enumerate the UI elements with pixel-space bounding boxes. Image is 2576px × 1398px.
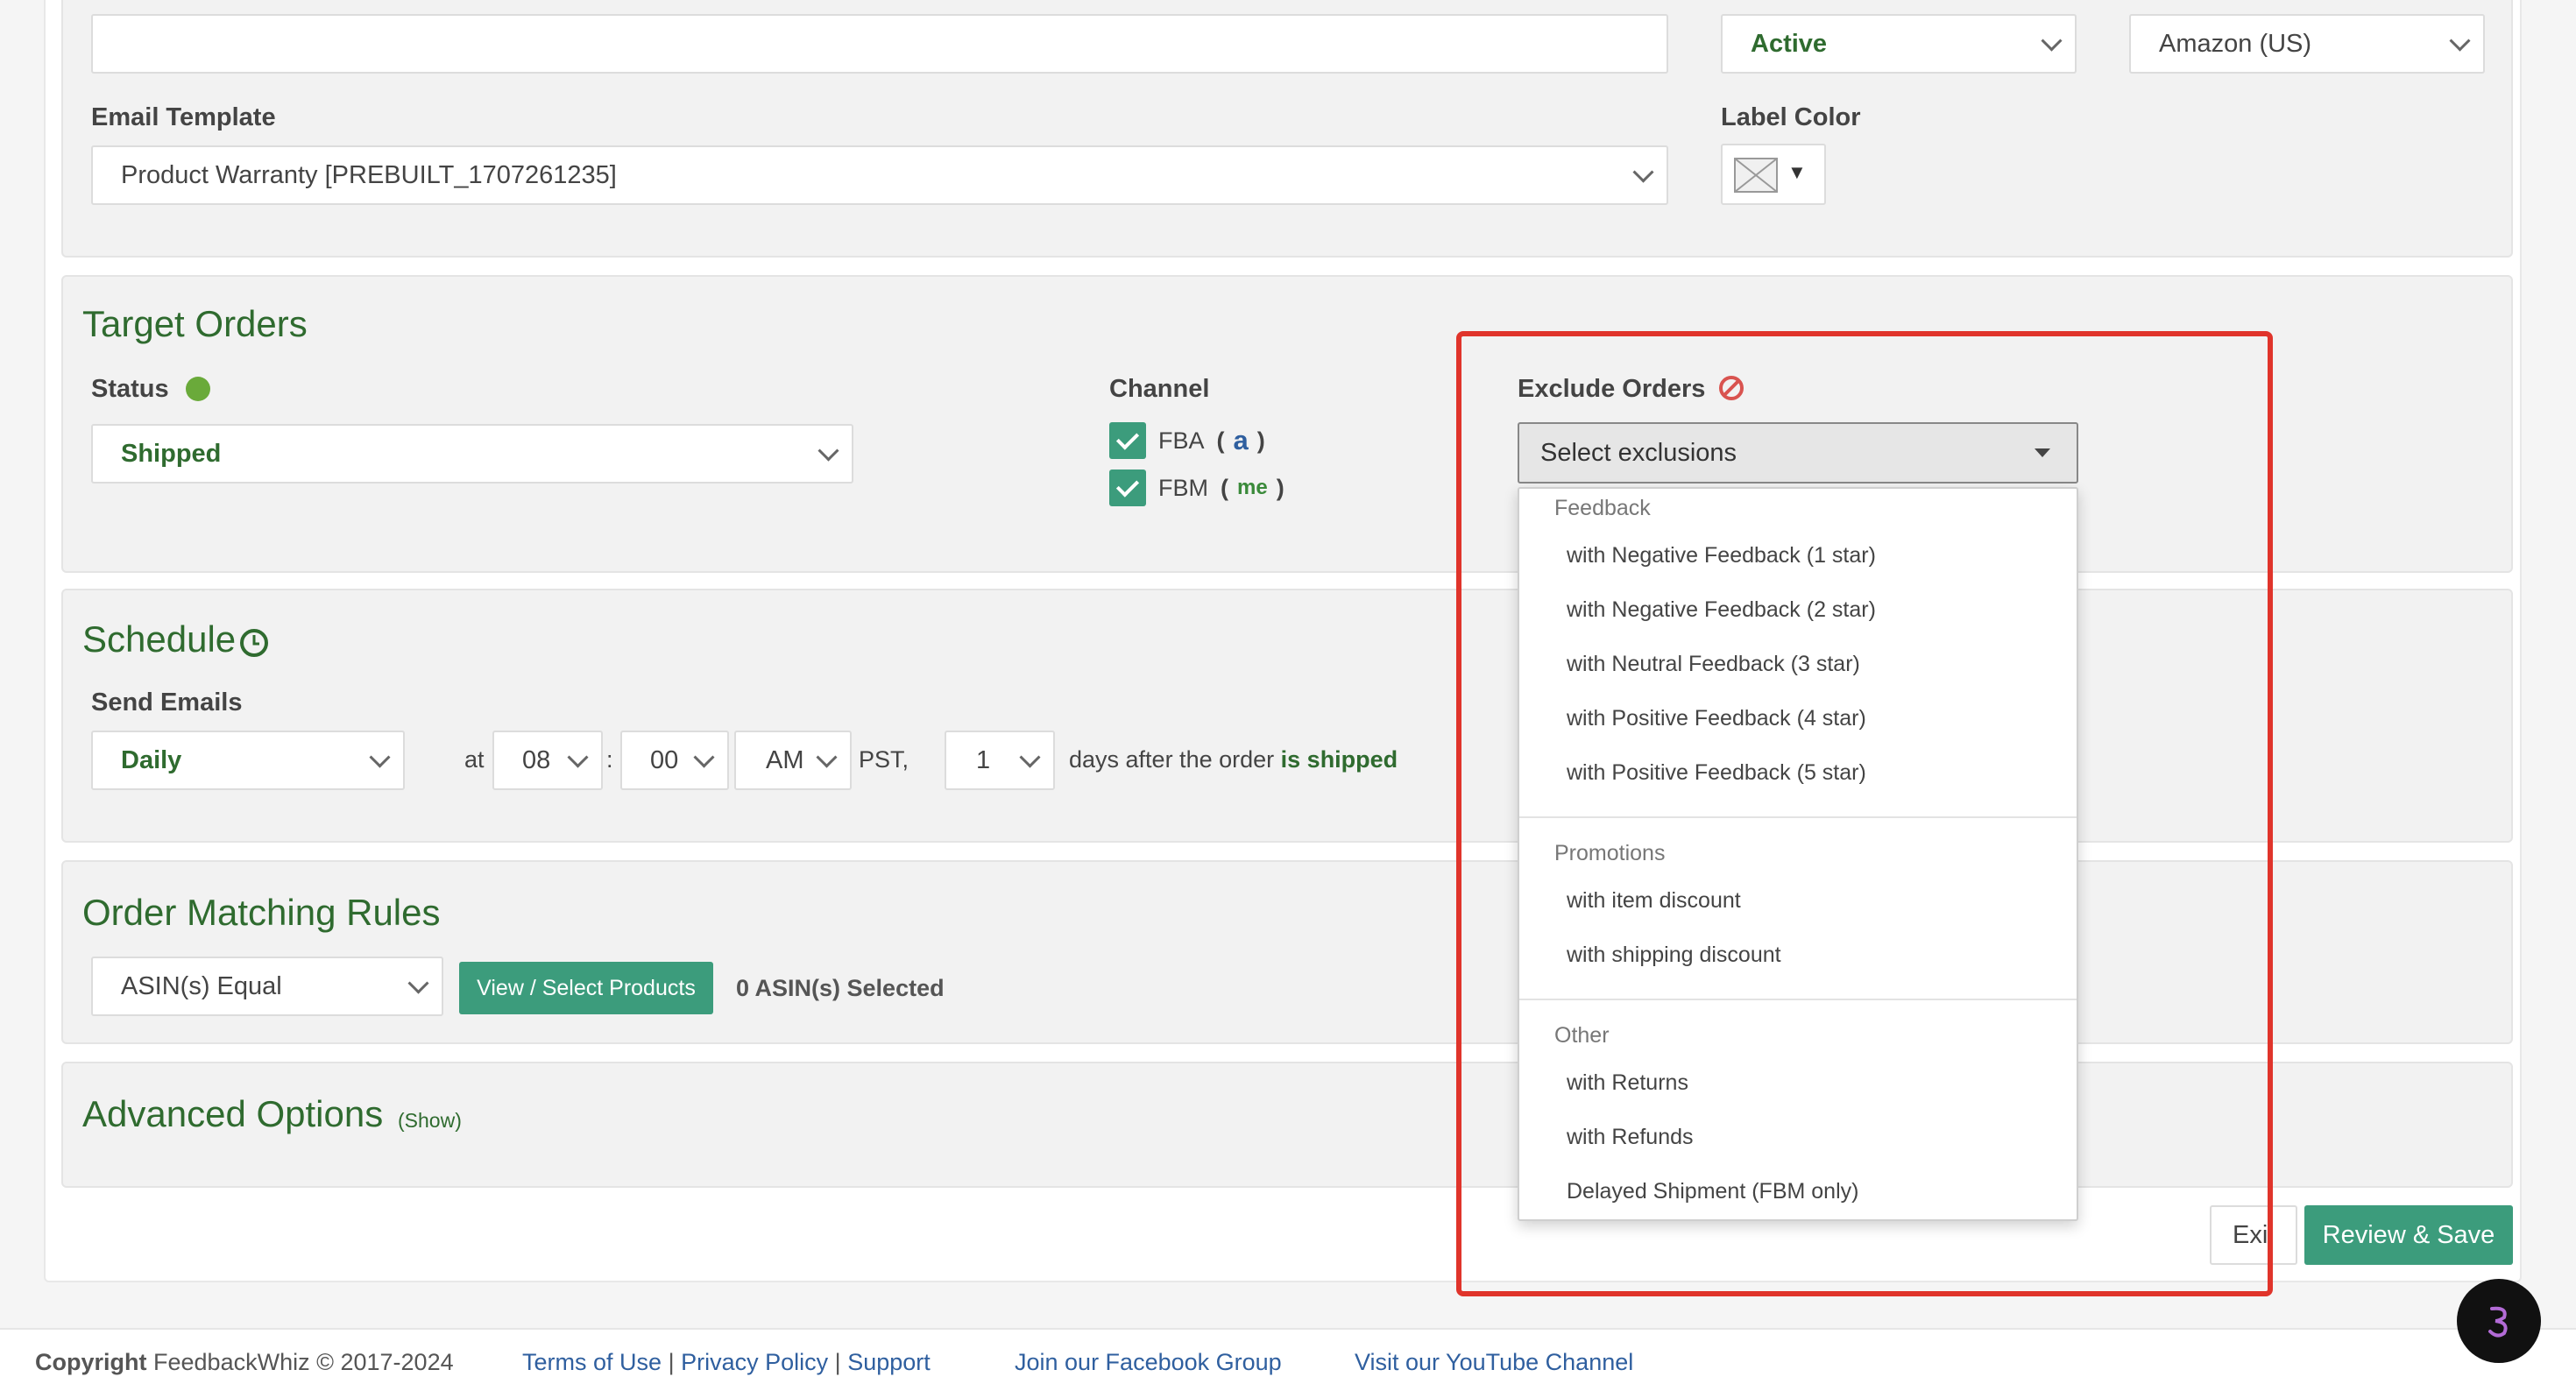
chevron-down-icon (2041, 30, 2063, 52)
days-select[interactable]: 1 (945, 731, 1055, 790)
clock-icon (240, 629, 268, 657)
footer-legal-links: Terms of Use | Privacy Policy | Support (522, 1349, 931, 1375)
label-color-label: Label Color (1721, 103, 1861, 131)
amazon-logo-icon: a (1233, 425, 1249, 455)
review-save-button[interactable]: Review & Save (2304, 1205, 2513, 1265)
caret-down-icon: ▼ (1787, 161, 1807, 183)
send-emails-label: Send Emails (91, 688, 243, 717)
timezone-label: PST, (859, 746, 909, 773)
view-select-products-button[interactable]: View / Select Products (459, 962, 713, 1014)
channel-option-fba[interactable]: FBA ( a ) (1109, 422, 1265, 459)
minute-select[interactable]: 00 (620, 731, 729, 790)
chevron-down-icon (369, 746, 391, 768)
chevron-down-icon (817, 440, 839, 462)
chat-widget-button[interactable] (2457, 1279, 2541, 1363)
chevron-down-icon (407, 972, 429, 994)
schedule-title: Schedule (82, 618, 237, 660)
status-label: Status (91, 375, 169, 403)
channel-option-fbm[interactable]: FBM ( me ) (1109, 470, 1284, 506)
channel-label: Channel (1109, 375, 1210, 403)
chevron-down-icon (816, 746, 838, 768)
merchant-logo-icon: me (1237, 476, 1268, 499)
chat-logo-icon (2488, 1306, 2508, 1338)
footer-copyright: Copyright FeedbackWhiz © 2017-2024 (35, 1349, 454, 1375)
facebook-group-link[interactable]: Join our Facebook Group (1015, 1349, 1282, 1376)
fba-checkbox[interactable] (1109, 422, 1146, 459)
fbm-checkbox[interactable] (1109, 470, 1146, 506)
marketplace-select[interactable]: Amazon (US) (2129, 14, 2485, 74)
days-after-text: days after the order is shipped (1069, 746, 1398, 773)
hour-select[interactable]: 08 (492, 731, 603, 790)
matching-rule-select[interactable]: ASIN(s) Equal (91, 957, 443, 1016)
advanced-options-title: Advanced Options (82, 1093, 384, 1134)
send-frequency-select[interactable]: Daily (91, 731, 405, 790)
email-template-label: Email Template (91, 103, 276, 131)
shipped-event-text: is shipped (1280, 746, 1398, 773)
no-color-swatch-icon (1734, 158, 1778, 193)
terms-link[interactable]: Terms of Use (522, 1349, 662, 1375)
privacy-link[interactable]: Privacy Policy (681, 1349, 828, 1375)
time-separator: : (606, 746, 613, 773)
target-orders-title: Target Orders (82, 303, 308, 344)
chevron-down-icon (693, 746, 715, 768)
at-label: at (464, 746, 485, 773)
highlight-box (1456, 331, 2273, 1296)
label-color-picker[interactable]: ▼ (1721, 144, 1826, 205)
advanced-options-toggle[interactable]: (Show) (398, 1109, 462, 1133)
order-status-select[interactable]: Shipped (91, 424, 853, 484)
youtube-channel-link[interactable]: Visit our YouTube Channel (1355, 1349, 1633, 1376)
campaign-status-select[interactable]: Active (1721, 14, 2077, 74)
order-matching-title: Order Matching Rules (82, 892, 441, 933)
email-template-select[interactable]: Product Warranty [PREBUILT_1707261235] (91, 145, 1668, 205)
ampm-select[interactable]: AM (734, 731, 852, 790)
support-link[interactable]: Support (847, 1349, 931, 1375)
campaign-name-input[interactable] (91, 14, 1668, 74)
asin-selected-count: 0 ASIN(s) Selected (736, 975, 945, 1001)
chevron-down-icon (567, 746, 589, 768)
chevron-down-icon (2449, 30, 2471, 52)
chevron-down-icon (1632, 161, 1654, 183)
chevron-down-icon (1019, 746, 1041, 768)
status-indicator-dot (186, 377, 210, 401)
